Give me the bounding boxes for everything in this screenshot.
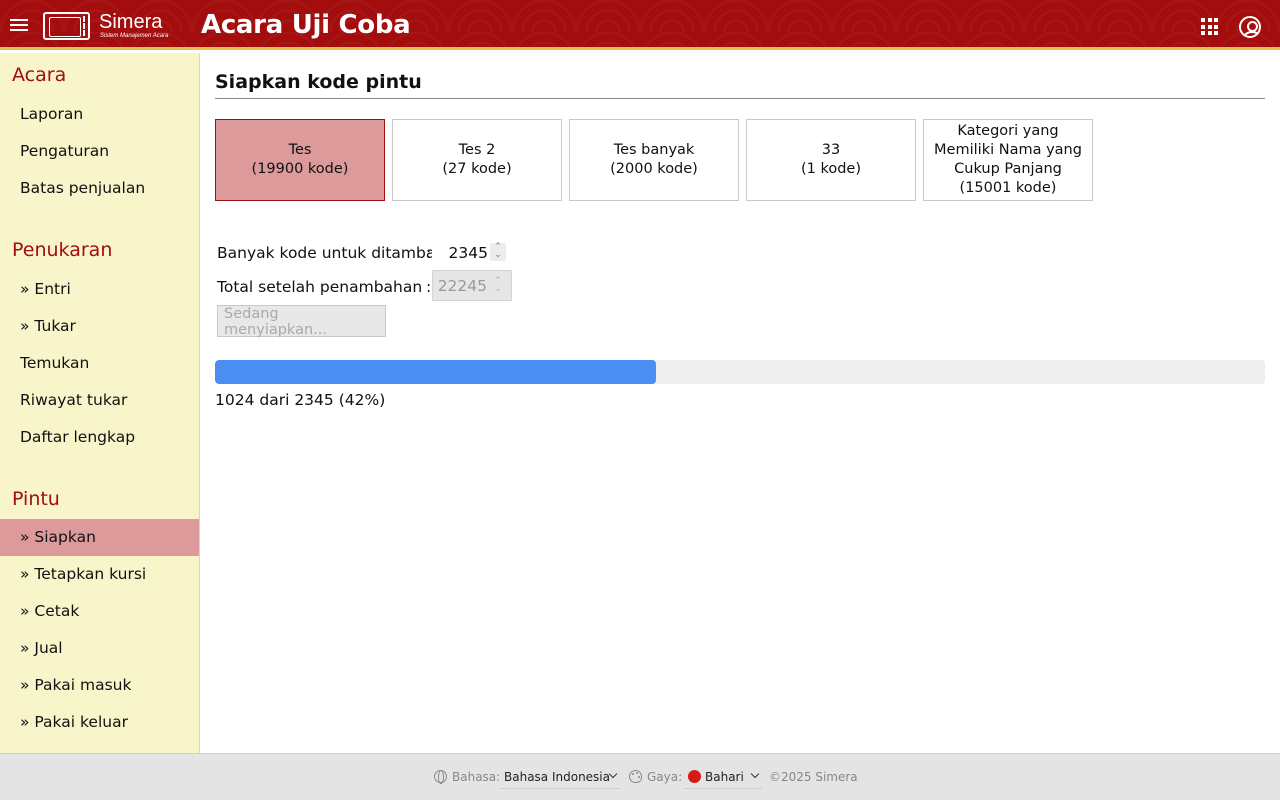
sidebar-item-pakai-keluar[interactable]: » Pakai keluar — [0, 704, 199, 741]
progress-bar — [215, 360, 1265, 384]
category-button-tes-2[interactable]: Tes 2 (27 kode) — [392, 119, 562, 201]
palette-icon — [629, 770, 642, 783]
sidebar-item-riwayat-tukar[interactable]: Riwayat tukar — [0, 382, 199, 419]
logo-name: Simera — [99, 11, 163, 33]
sidebar-item-laporan[interactable]: Laporan — [0, 96, 199, 133]
globe-icon — [434, 770, 447, 784]
category-name: Tes banyak — [613, 142, 695, 158]
sidebar-item-jual[interactable]: » Jual — [0, 630, 199, 667]
theme-label: Gaya: — [647, 770, 683, 784]
sidebar-item-entri[interactable]: » Entri — [0, 271, 199, 308]
sidebar-section-acara: Acara — [12, 64, 67, 86]
logo-tagline: Sistem Manajemen Acara — [100, 33, 169, 39]
category-name: Tes — [288, 142, 312, 158]
category-count: (27 kode) — [442, 161, 512, 177]
theme-select[interactable]: Bahari — [684, 765, 762, 789]
category-name: Tes 2 — [458, 142, 496, 158]
category-count: (19900 kode) — [251, 161, 349, 177]
sidebar-item-cetak[interactable]: » Cetak — [0, 593, 199, 630]
event-title: Acara Uji Coba — [201, 10, 411, 40]
theme-color-dot-icon — [688, 770, 701, 783]
category-count: (2000 kode) — [610, 161, 698, 177]
category-button-kategori-panjang[interactable]: Kategori yang Memiliki Nama yang Cukup P… — [923, 119, 1093, 201]
add-count-stepper[interactable]: ⌃ ⌄ — [490, 243, 506, 261]
top-header: Simera Sistem Manajemen Acara Acara Uji … — [0, 0, 1280, 50]
category-count: (1 kode) — [800, 161, 862, 177]
category-button-tes[interactable]: Tes (19900 kode) — [215, 119, 385, 201]
account-icon[interactable] — [1239, 16, 1261, 38]
sidebar-item-pakai-masuk[interactable]: » Pakai masuk — [0, 667, 199, 704]
sidebar-section-pintu: Pintu — [12, 488, 60, 510]
apps-grid-icon[interactable] — [1201, 18, 1218, 35]
sidebar-item-siapkan[interactable]: » Siapkan — [0, 519, 199, 556]
copyright: ©2025 Simera — [769, 770, 858, 784]
progress-text: 1024 dari 2345 (42%) — [215, 391, 386, 409]
menu-icon[interactable] — [10, 16, 30, 34]
total-after-label: Total setelah penambahan — [217, 278, 423, 296]
add-count-label: Banyak kode untuk ditambah — [217, 244, 446, 262]
page-title: Siapkan kode pintu — [215, 71, 422, 93]
chevron-down-icon — [750, 769, 760, 779]
total-after-colon: : — [426, 278, 432, 296]
prepare-codes-button[interactable]: Sedang menyiapkan... — [217, 305, 386, 338]
category-name: 33 — [821, 142, 841, 158]
language-selected-value: Bahasa Indonesia — [504, 770, 610, 784]
add-count-colon: : — [426, 244, 432, 262]
sidebar-item-tukar[interactable]: » Tukar — [0, 308, 199, 345]
language-label: Bahasa: — [452, 770, 501, 784]
category-name: Kategori yang Memiliki Nama yang Cukup P… — [934, 123, 1082, 177]
sidebar-item-temukan[interactable]: Temukan — [0, 345, 199, 382]
theme-selected-value: Bahari — [705, 770, 744, 784]
sidebar-section-penukaran: Penukaran — [12, 239, 113, 261]
ticket-logo-icon — [43, 12, 90, 40]
progress-bar-fill — [215, 360, 656, 384]
sidebar-item-daftar-lengkap[interactable]: Daftar lengkap — [0, 419, 199, 456]
main-content: Siapkan kode pintu Tes (19900 kode) Tes … — [200, 53, 1280, 753]
sidebar-item-batas-penjualan[interactable]: Batas penjualan — [0, 170, 199, 207]
chevron-down-icon — [608, 769, 618, 779]
footer: Bahasa: Bahasa Indonesia Gaya: Bahari ©2… — [0, 753, 1280, 800]
sidebar: Acara Laporan Pengaturan Batas penjualan… — [0, 53, 200, 753]
total-after-stepper: ⌃ ⌄ — [494, 276, 502, 294]
title-divider — [215, 98, 1265, 99]
sidebar-item-tetapkan-kursi[interactable]: » Tetapkan kursi — [0, 556, 199, 593]
category-button-33[interactable]: 33 (1 kode) — [746, 119, 916, 201]
category-count: (15001 kode) — [959, 180, 1057, 196]
sidebar-item-pengaturan[interactable]: Pengaturan — [0, 133, 199, 170]
language-select[interactable]: Bahasa Indonesia — [500, 765, 620, 789]
app-logo[interactable]: Simera Sistem Manajemen Acara — [43, 10, 169, 42]
category-button-tes-banyak[interactable]: Tes banyak (2000 kode) — [569, 119, 739, 201]
